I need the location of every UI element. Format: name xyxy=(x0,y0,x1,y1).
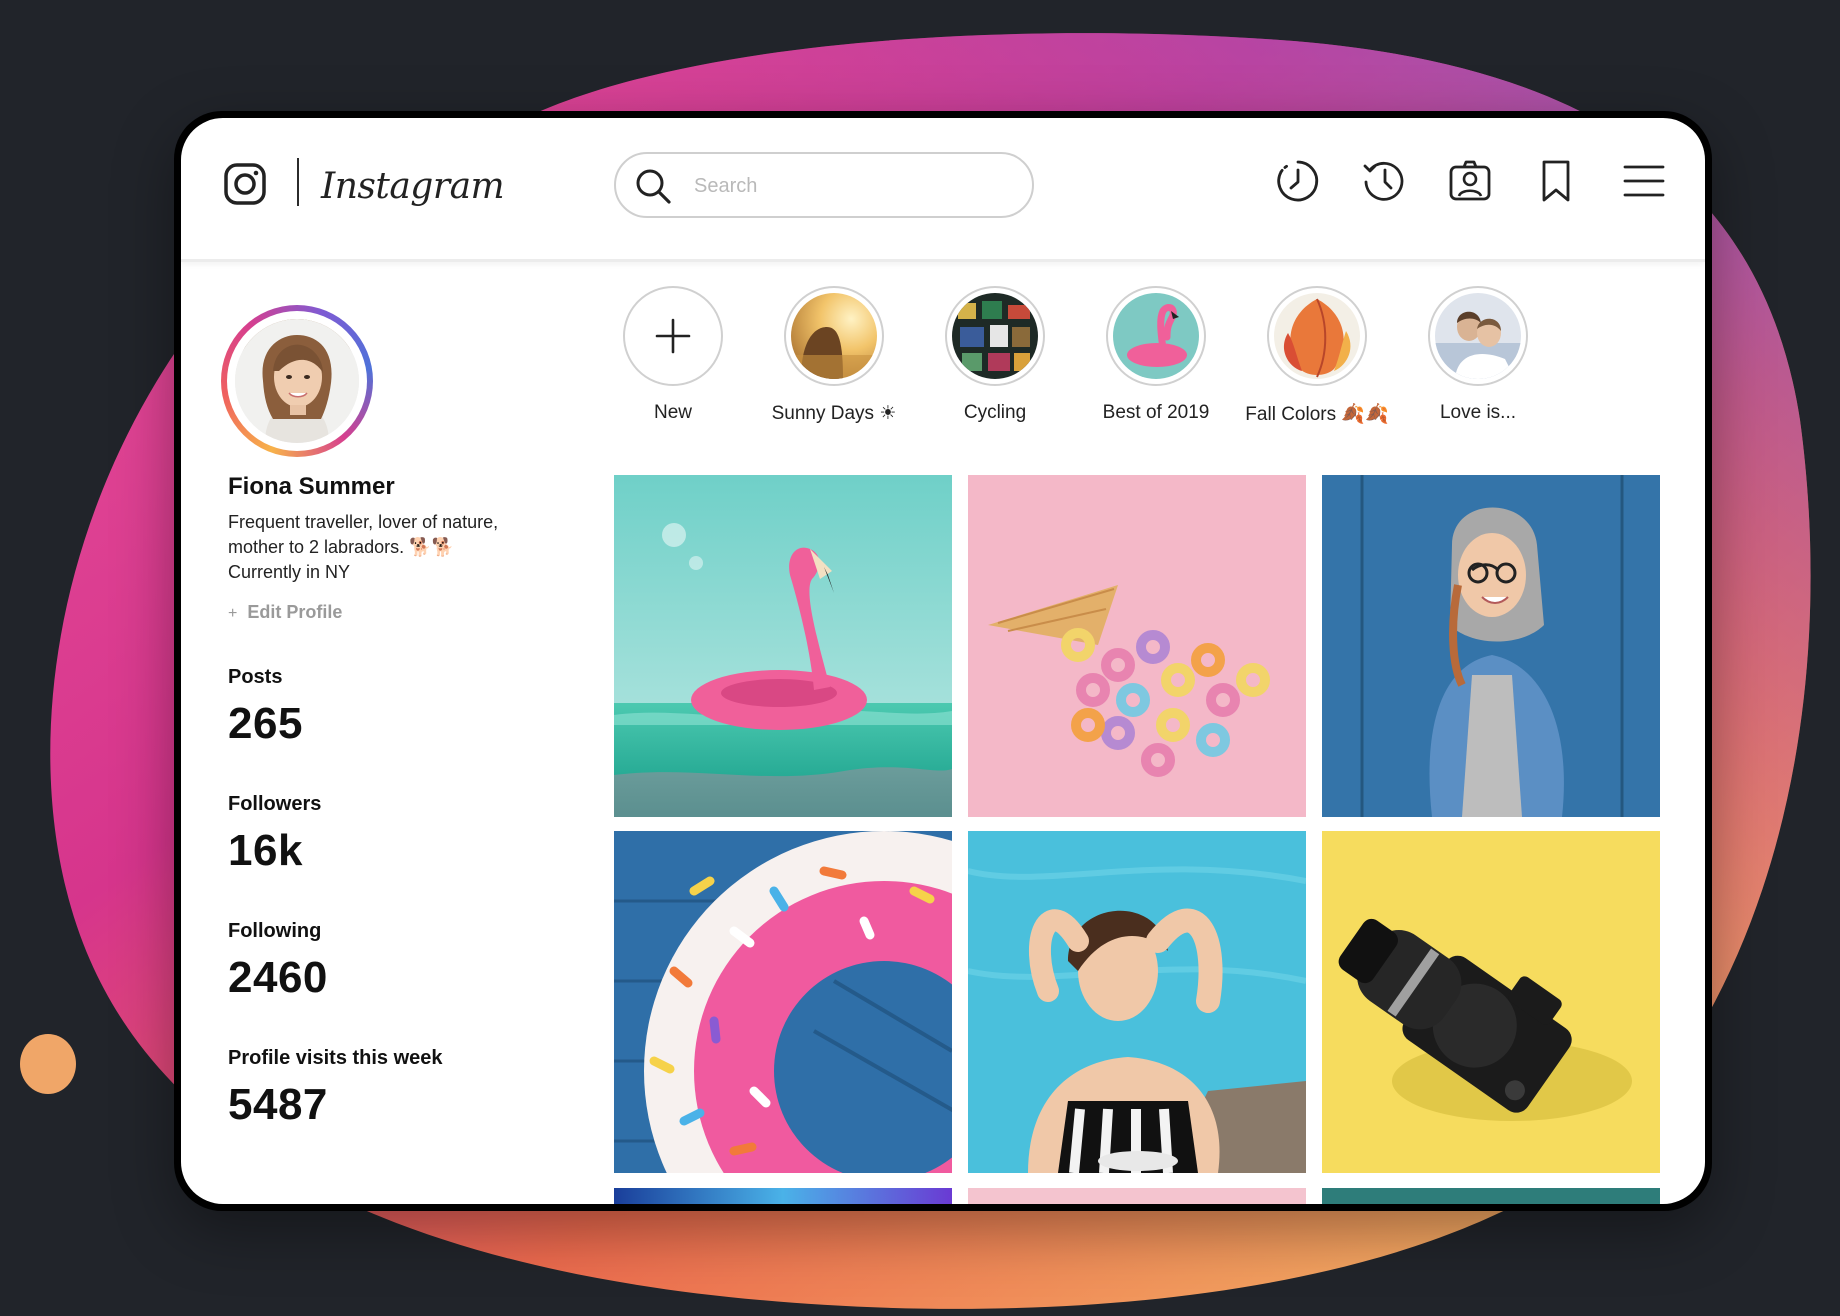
stat-label: Profile visits this week xyxy=(228,1047,443,1069)
stat-value: 265 xyxy=(228,699,303,748)
story-ring xyxy=(1428,286,1528,386)
profile-card-icon[interactable] xyxy=(1447,158,1493,204)
post-denim-jacket-portrait[interactable] xyxy=(1322,475,1660,817)
post-partial[interactable] xyxy=(968,1188,1306,1204)
story-new[interactable]: New xyxy=(598,286,748,424)
post-donut-float[interactable] xyxy=(614,831,952,1173)
story-best-of-2019[interactable]: Best of 2019 xyxy=(1081,286,1231,424)
post-partial[interactable] xyxy=(614,1188,952,1204)
bio-line: mother to 2 labradors. 🐕🐕 xyxy=(228,537,454,557)
edit-profile-button[interactable]: + Edit Profile xyxy=(228,602,342,623)
story-ring xyxy=(945,286,1045,386)
search-icon xyxy=(636,169,671,204)
story-cycling[interactable]: Cycling xyxy=(920,286,1070,424)
stat-value: 2460 xyxy=(228,953,328,1002)
avatar-photo xyxy=(235,319,359,443)
avatar-ring-gap xyxy=(227,311,367,451)
history-icon[interactable] xyxy=(1361,158,1407,204)
story-label: Cycling xyxy=(963,402,1027,423)
story-sunny-days[interactable]: Sunny Days ☀ xyxy=(759,286,909,425)
activity-icon[interactable] xyxy=(1275,158,1321,204)
edit-profile-label: Edit Profile xyxy=(247,602,343,622)
stat-posts: Posts 265 xyxy=(228,666,303,749)
stat-value: 5487 xyxy=(228,1080,328,1129)
stage: Instagram Search Fiona Summer Frequent t… xyxy=(0,0,1840,1316)
story-label: Best of 2019 xyxy=(1102,402,1210,423)
story-thumbnail xyxy=(952,293,1038,379)
instagram-wordmark[interactable]: Instagram xyxy=(321,166,505,207)
stat-label: Followers xyxy=(228,793,322,815)
bookmark-icon[interactable] xyxy=(1533,158,1579,204)
search-input[interactable] xyxy=(692,166,1016,206)
post-pool-portrait[interactable] xyxy=(968,831,1306,1173)
stat-label: Posts xyxy=(228,666,283,688)
story-thumbnail xyxy=(791,293,877,379)
story-thumbnail xyxy=(1435,293,1521,379)
story-label: Sunny Days ☀ xyxy=(771,403,897,424)
profile-avatar[interactable] xyxy=(221,305,373,457)
post-flamingo-float[interactable] xyxy=(614,475,952,817)
story-thumbnail xyxy=(1113,293,1199,379)
story-love-is[interactable]: Love is... xyxy=(1403,286,1553,424)
story-label: Fall Colors 🍂🍂 xyxy=(1245,404,1389,425)
post-cereal-cone[interactable] xyxy=(968,475,1306,817)
story-ring xyxy=(1267,286,1367,386)
story-ring xyxy=(1106,286,1206,386)
stat-following[interactable]: Following 2460 xyxy=(228,920,328,1003)
profile-bio: Frequent traveller, lover of nature, mot… xyxy=(228,510,558,585)
tablet-frame: Instagram Search Fiona Summer Frequent t… xyxy=(174,111,1712,1211)
decorative-dot xyxy=(20,1034,76,1094)
menu-icon[interactable] xyxy=(1621,158,1667,204)
stat-profile-visits: Profile visits this week 5487 xyxy=(228,1047,443,1130)
story-ring xyxy=(623,286,723,386)
post-camera[interactable] xyxy=(1322,831,1660,1173)
post-partial[interactable] xyxy=(1322,1188,1660,1204)
bio-line: Frequent traveller, lover of nature, xyxy=(228,512,499,532)
story-label: Love is... xyxy=(1439,402,1517,423)
plus-icon: + xyxy=(228,605,238,622)
search-bar[interactable] xyxy=(614,152,1034,218)
story-ring xyxy=(784,286,884,386)
plus-icon xyxy=(655,318,691,354)
story-thumbnail xyxy=(1274,293,1360,379)
profile-name: Fiona Summer xyxy=(228,473,395,500)
story-label: New xyxy=(653,402,692,423)
brand-divider xyxy=(297,158,299,206)
stat-followers[interactable]: Followers 16k xyxy=(228,793,321,876)
bio-line: Currently in NY xyxy=(228,562,351,582)
top-bar: Instagram xyxy=(181,118,1705,262)
app-screen: Instagram Search Fiona Summer Frequent t… xyxy=(181,118,1705,1204)
instagram-camera-icon[interactable] xyxy=(223,162,267,206)
story-fall-colors[interactable]: Fall Colors 🍂🍂 xyxy=(1242,286,1392,426)
stat-label: Following xyxy=(228,920,322,942)
stat-value: 16k xyxy=(228,826,303,875)
